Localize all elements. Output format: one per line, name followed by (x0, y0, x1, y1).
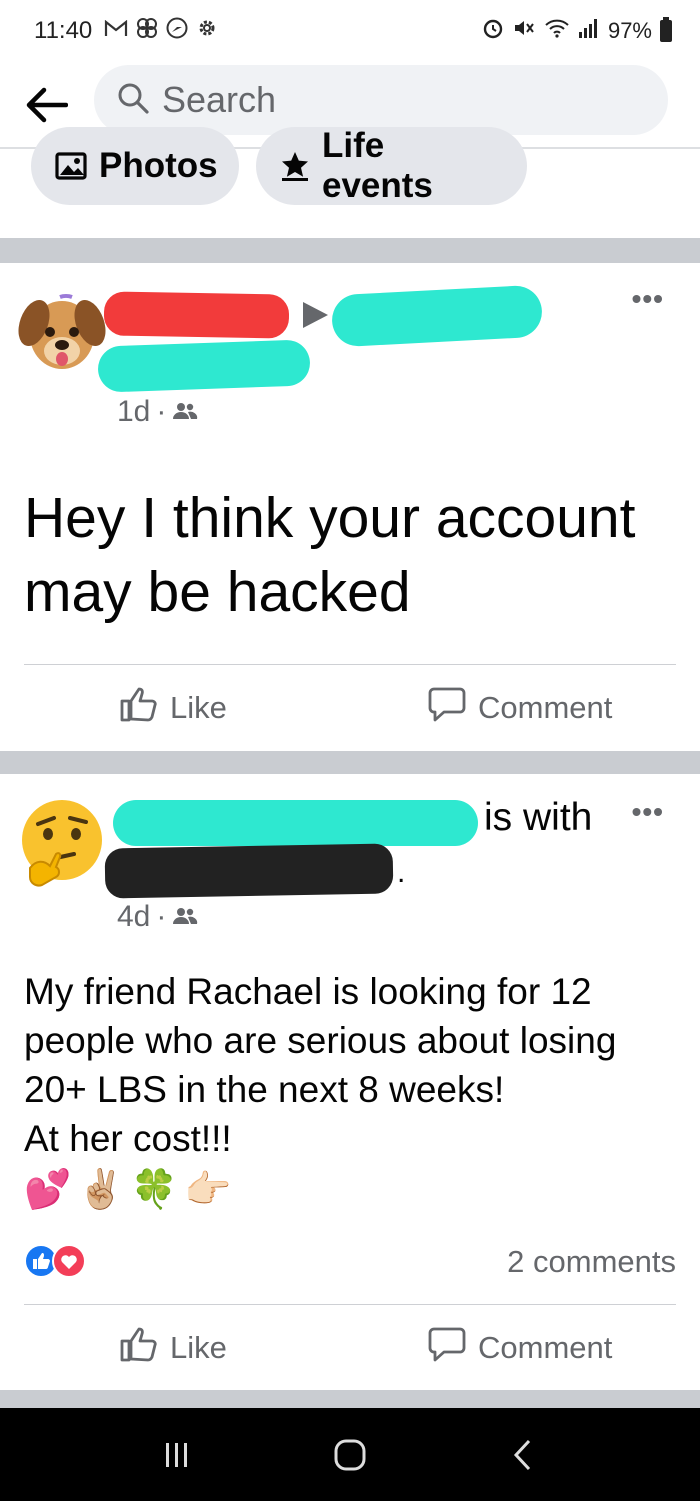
post-emojis: 💕✌🏼🍀👉🏻 (24, 1169, 238, 1211)
action-row: Like Comment (0, 1305, 700, 1391)
back-arrow-icon[interactable] (16, 75, 76, 135)
photo-icon (55, 151, 87, 181)
is-with-label: is with (484, 796, 593, 839)
play-triangle-icon (300, 300, 330, 335)
post-meta: 4d · (117, 900, 198, 934)
avatar-thinking-face-emoji[interactable] (16, 796, 108, 888)
like-button[interactable]: Like (120, 1305, 227, 1391)
redacted-recipient (330, 284, 544, 348)
comment-button[interactable]: Comment (428, 1305, 612, 1391)
signal-icon (578, 17, 600, 45)
redacted-tagged-friend (104, 843, 394, 899)
comment-button[interactable]: Comment (428, 665, 612, 751)
status-right-icons: 97% (482, 17, 672, 45)
section-separator (0, 238, 700, 263)
redacted-recipient-line2 (97, 339, 311, 393)
like-label: Like (170, 1330, 227, 1365)
search-box[interactable] (94, 65, 668, 135)
more-options-icon[interactable]: ••• (632, 796, 664, 828)
friends-icon (172, 900, 198, 934)
post-text: My friend Rachael is looking for 12 peop… (24, 967, 674, 1217)
chip-label: Life events (322, 126, 433, 205)
battery-percent: 97% (607, 18, 652, 43)
status-bar: 11:40 97% (0, 0, 700, 62)
friends-icon (172, 395, 198, 429)
meta-separator: · (156, 900, 167, 933)
thumbs-up-icon (120, 686, 158, 730)
post-text-line: may be hacked (24, 560, 411, 624)
battery-icon (660, 17, 672, 42)
star-icon (280, 150, 310, 182)
post-text-line: people who are serious about losing (24, 1020, 617, 1061)
back-nav-icon[interactable] (488, 1420, 558, 1490)
filter-chips: Photos Life events (0, 126, 700, 237)
love-reaction-icon (52, 1244, 86, 1283)
recent-apps-icon[interactable] (142, 1420, 212, 1490)
wifi-icon (544, 17, 570, 45)
redacted-name (103, 291, 290, 339)
section-separator (0, 1390, 700, 1408)
chip-photos[interactable]: Photos (31, 127, 239, 205)
mute-icon (512, 17, 536, 45)
post-1: ••• 1d · Hey I think your account may be… (0, 263, 700, 751)
post-time: 4d (117, 900, 151, 933)
meta-separator: · (156, 395, 167, 428)
like-button[interactable]: Like (120, 665, 227, 751)
comment-bubble-icon (428, 1326, 466, 1370)
post-meta: 1d · (117, 395, 198, 429)
comments-count-link[interactable]: 2 comments (507, 1244, 676, 1280)
post-text-line: 20+ LBS in the next 8 weeks! (24, 1069, 505, 1110)
post-text-line: Hey I think your account (24, 486, 636, 550)
post-time: 1d (117, 395, 151, 428)
status-time: 11:40 (34, 17, 93, 44)
post-text-line: My friend Rachael is looking for 12 (24, 971, 592, 1012)
more-options-icon[interactable]: ••• (632, 283, 664, 315)
gmail-icon (104, 18, 128, 44)
action-row: Like Comment (0, 665, 700, 751)
section-separator (0, 751, 700, 774)
home-icon[interactable] (315, 1420, 385, 1490)
tag-period: . (397, 856, 406, 889)
settings-icon (196, 17, 218, 45)
android-nav-bar (0, 1408, 700, 1501)
search-icon (116, 81, 150, 120)
status-left-icons (104, 17, 218, 45)
comment-label: Comment (478, 690, 613, 725)
pinwheel-icon (136, 17, 158, 45)
comment-bubble-icon (428, 686, 466, 730)
chip-life-events[interactable]: Life events (256, 126, 527, 205)
thumbs-up-icon (120, 1326, 158, 1370)
chip-label: Photos (99, 146, 218, 185)
alarm-icon (482, 17, 504, 45)
comment-label: Comment (478, 1330, 613, 1365)
navigation-icon (166, 17, 188, 45)
post-text: Hey I think your account may be hacked (24, 481, 674, 629)
redacted-name (113, 800, 478, 846)
like-label: Like (170, 690, 227, 725)
post-text-line: At her cost!!! (24, 1118, 232, 1159)
avatar-puppy-emoji[interactable] (16, 285, 108, 377)
post-2: is with ••• . 4d · My friend Rachael is … (0, 774, 700, 1390)
reactions-summary[interactable] (24, 1244, 86, 1283)
search-input[interactable] (162, 79, 602, 121)
